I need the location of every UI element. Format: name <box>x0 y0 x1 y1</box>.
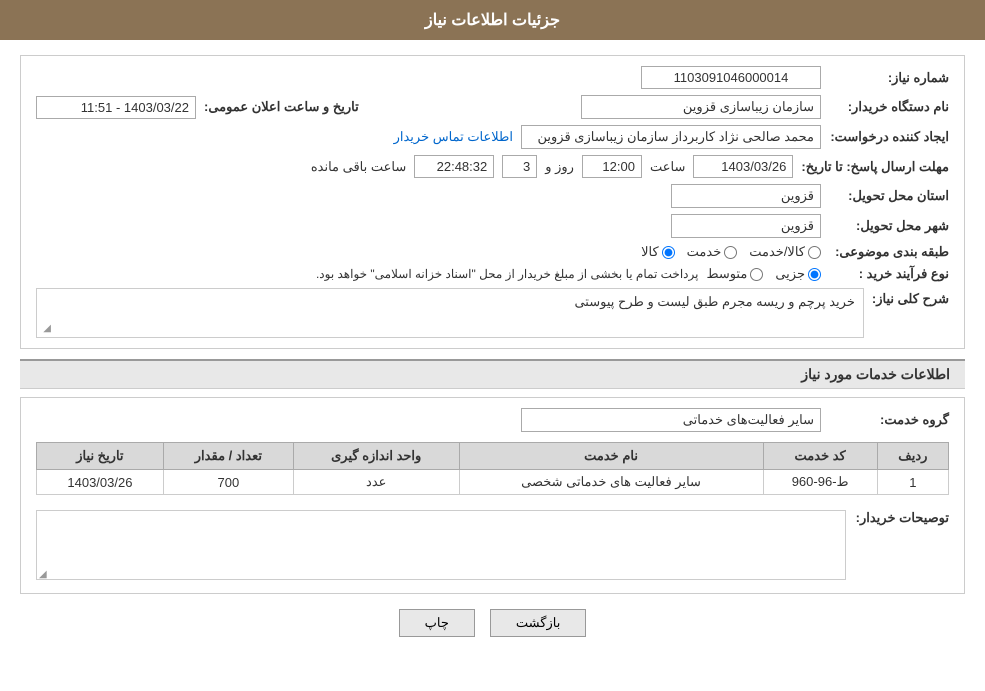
main-content: شماره نیاز: 1103091046000014 نام دستگاه … <box>0 40 985 667</box>
table-cell-1: ط-96-960 <box>763 470 877 495</box>
shahr-value: قزوین <box>671 214 821 238</box>
mohlet-remaining: 22:48:32 <box>414 155 494 178</box>
khedmat-label: خدمت <box>687 244 722 260</box>
ijad-label: ایجاد کننده درخواست: <box>829 129 949 145</box>
ostan-label: استان محل تحویل: <box>829 188 949 204</box>
print-button[interactable]: چاپ <box>399 609 475 637</box>
goroh-value: سایر فعالیت‌های خدماتی <box>521 408 821 432</box>
col-tarix: تاریخ نیاز <box>37 443 164 470</box>
kala-khedmat-radio: کالا/خدمت <box>749 244 821 260</box>
shahr-label: شهر محل تحویل: <box>829 218 949 234</box>
col-radif: ردیف <box>877 443 948 470</box>
goroh-row: گروه خدمت: سایر فعالیت‌های خدماتی <box>36 408 949 432</box>
col-kod: کد خدمت <box>763 443 877 470</box>
khadamat-section-title: اطلاعات خدمات مورد نیاز <box>20 359 965 389</box>
sharh-box: خرید پرچم و ریسه مجرم طبق لیست و طرح پیو… <box>36 288 864 338</box>
ostan-value: قزوین <box>671 184 821 208</box>
tosif-section: توصیحات خریدار: ◢ <box>36 505 949 583</box>
khedmat-input[interactable] <box>724 246 737 259</box>
kala-khedmat-label: کالا/خدمت <box>749 244 805 260</box>
jozei-label: جزیی <box>775 266 805 282</box>
sharh-value: خرید پرچم و ریسه مجرم طبق لیست و طرح پیو… <box>574 294 854 309</box>
nam-dastgah-label: نام دستگاه خریدار: <box>829 99 949 115</box>
kala-input[interactable] <box>662 246 675 259</box>
farayand-row: نوع فرآیند خرید : جزیی متوسط پرداخت تمام… <box>36 266 949 282</box>
tosif-label: توصیحات خریدار: <box>856 505 949 526</box>
goroh-label: گروه خدمت: <box>829 412 949 428</box>
farayand-radios: جزیی متوسط <box>706 266 821 282</box>
tosif-content: ◢ <box>36 505 846 583</box>
motavaset-input[interactable] <box>750 268 763 281</box>
mohlet-label: مهلت ارسال پاسخ: تا تاریخ: <box>801 159 949 175</box>
remaining-label: ساعت باقی مانده <box>311 159 406 175</box>
col-vahed: واحد اندازه گیری <box>293 443 459 470</box>
mohlet-roz: 3 <box>502 155 537 178</box>
shahr-row: شهر محل تحویل: قزوین <box>36 214 949 238</box>
page-wrapper: جزئیات اطلاعات نیاز شماره نیاز: 11030910… <box>0 0 985 691</box>
table-cell-0: 1 <box>877 470 948 495</box>
tabaqe-label: طبقه بندی موضوعی: <box>829 244 949 260</box>
form-section: شماره نیاز: 1103091046000014 نام دستگاه … <box>20 55 965 349</box>
shomara-row: شماره نیاز: 1103091046000014 <box>36 66 949 89</box>
nam-dastgah-value: سازمان زیباسازی قزوین <box>581 95 821 119</box>
tarix-saaat-value: 1403/03/22 - 11:51 <box>36 96 196 119</box>
table-cell-4: 700 <box>163 470 293 495</box>
table-cell-5: 1403/03/26 <box>37 470 164 495</box>
page-title: جزئیات اطلاعات نیاز <box>425 12 560 29</box>
kala-label: کالا <box>641 244 659 260</box>
tabaqe-row: طبقه بندی موضوعی: کالا/خدمت خدمت کالا <box>36 244 949 260</box>
tosif-textarea[interactable] <box>36 510 846 580</box>
shomara-label: شماره نیاز: <box>829 70 949 86</box>
khedmat-radio: خدمت <box>687 244 738 260</box>
farayand-desc: پرداخت تمام یا بخشی از مبلغ خریدار از مح… <box>316 267 699 281</box>
shomara-value: 1103091046000014 <box>641 66 821 89</box>
resize-handle-tosif: ◢ <box>39 569 47 580</box>
jozei-input[interactable] <box>808 268 821 281</box>
tabaqe-radios: کالا/خدمت خدمت کالا <box>641 244 821 260</box>
ijad-value: محمد صالحی نژاد کاربرداز سازمان زیباسازی… <box>521 125 821 149</box>
motavaset-label: متوسط <box>706 266 747 282</box>
table-row: 1ط-96-960سایر فعالیت های خدماتی شخصیعدد7… <box>37 470 949 495</box>
kala-radio: کالا <box>641 244 675 260</box>
sharh-section: شرح کلی نیاز: خرید پرچم و ریسه مجرم طبق … <box>36 288 949 338</box>
roz-label: روز و <box>545 159 574 175</box>
buttons-row: بازگشت چاپ <box>20 609 965 652</box>
back-button[interactable]: بازگشت <box>490 609 586 637</box>
table-cell-3: عدد <box>293 470 459 495</box>
services-table: ردیف کد خدمت نام خدمت واحد اندازه گیری ت… <box>36 442 949 495</box>
jozei-radio: جزیی <box>775 266 821 282</box>
khadamat-section: گروه خدمت: سایر فعالیت‌های خدماتی ردیف ک… <box>20 397 965 594</box>
mohlet-date: 1403/03/26 <box>693 155 793 178</box>
farayand-label: نوع فرآیند خرید : <box>829 266 949 282</box>
saaat-label: ساعت <box>650 159 685 175</box>
ijad-row: ایجاد کننده درخواست: محمد صالحی نژاد کار… <box>36 125 949 149</box>
sharh-label: شرح کلی نیاز: <box>872 288 949 307</box>
tamas-link[interactable]: اطلاعات تماس خریدار <box>394 129 513 145</box>
services-table-section: ردیف کد خدمت نام خدمت واحد اندازه گیری ت… <box>36 442 949 495</box>
kala-khedmat-input[interactable] <box>808 246 821 259</box>
page-header: جزئیات اطلاعات نیاز <box>0 0 985 40</box>
resize-handle-sharh: ◢ <box>39 323 51 335</box>
mohlet-row: مهلت ارسال پاسخ: تا تاریخ: 1403/03/26 سا… <box>36 155 949 178</box>
col-nam: نام خدمت <box>459 443 763 470</box>
motavaset-radio: متوسط <box>706 266 763 282</box>
dastgah-tarix-row: نام دستگاه خریدار: سازمان زیباسازی قزوین… <box>36 95 949 119</box>
ostan-row: استان محل تحویل: قزوین <box>36 184 949 208</box>
mohlet-saaat: 12:00 <box>582 155 642 178</box>
col-tedad: تعداد / مقدار <box>163 443 293 470</box>
tarix-saaat-label: تاریخ و ساعت اعلان عمومی: <box>204 99 359 115</box>
table-cell-2: سایر فعالیت های خدماتی شخصی <box>459 470 763 495</box>
